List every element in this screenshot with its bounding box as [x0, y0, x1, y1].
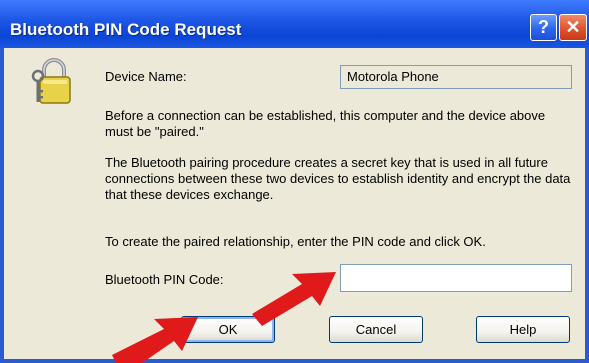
red-arrow-icon: [112, 317, 198, 363]
pairing-intro-text: Before a connection can be established, …: [105, 108, 546, 139]
device-name-label: Device Name:: [105, 69, 187, 84]
window-title: Bluetooth PIN Code Request: [10, 20, 242, 39]
pin-code-input[interactable]: [340, 264, 572, 292]
pairing-description-text: The Bluetooth pairing procedure creates …: [105, 155, 571, 202]
red-arrow-icon: [252, 272, 336, 326]
help-button[interactable]: Help: [476, 316, 570, 343]
device-name-field: Motorola Phone: [340, 65, 572, 89]
pin-request-dialog: Bluetooth PIN Code Request ? ✕ Device Na…: [0, 0, 589, 363]
pin-code-label: Bluetooth PIN Code:: [105, 272, 224, 287]
pairing-instruction-text: To create the paired relationship, enter…: [105, 234, 486, 249]
close-button[interactable]: ✕: [559, 14, 587, 41]
help-title-button[interactable]: ?: [530, 14, 557, 41]
lock-key-icon: [31, 58, 71, 104]
cancel-button[interactable]: Cancel: [329, 316, 423, 343]
title-bar[interactable]: Bluetooth PIN Code Request ? ✕: [0, 0, 589, 48]
